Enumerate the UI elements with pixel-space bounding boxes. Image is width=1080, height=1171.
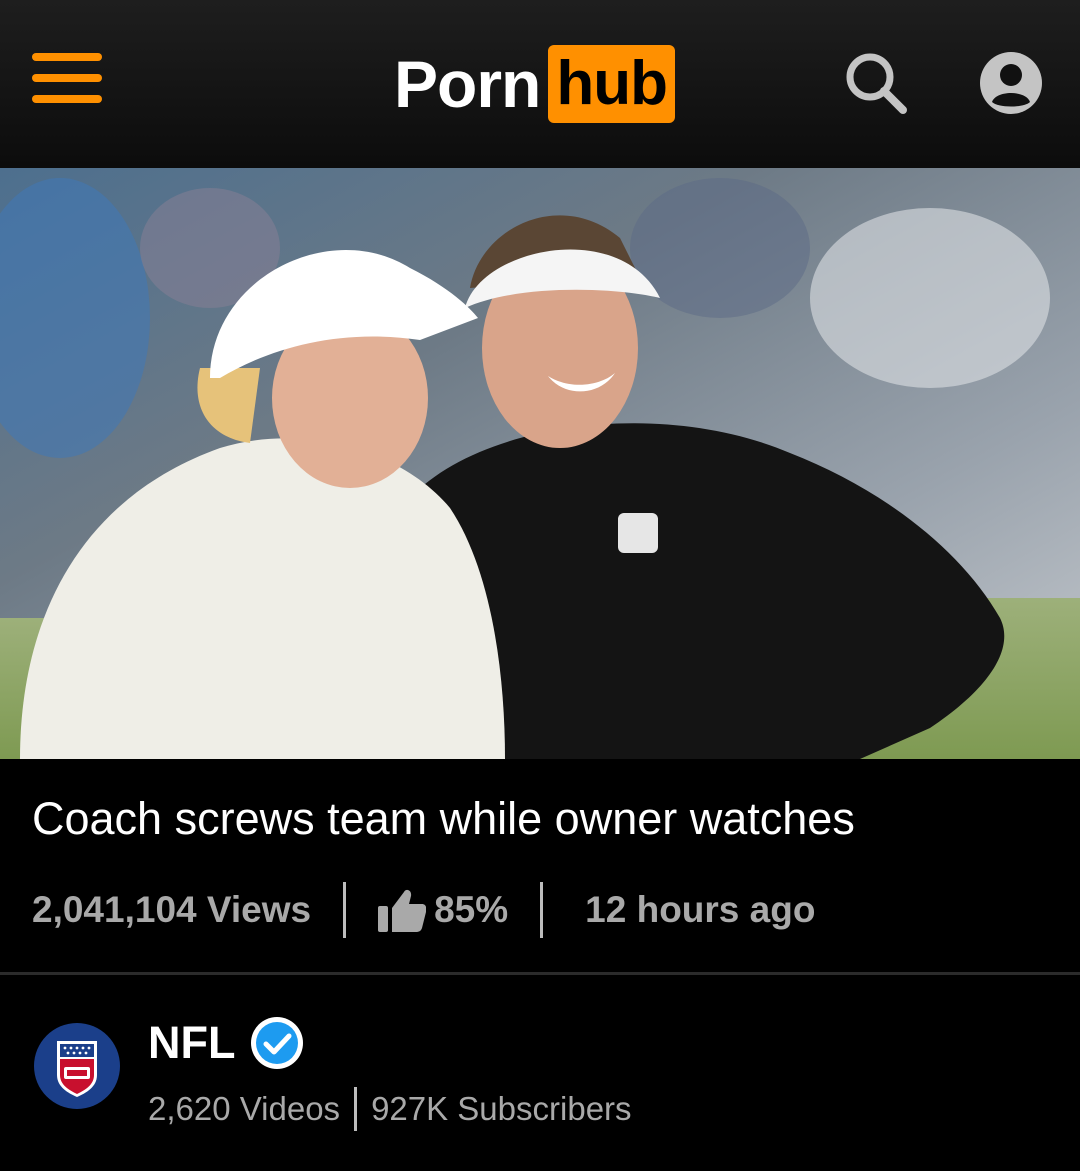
channel-video-count: 2,620 Videos [148, 1090, 341, 1127]
thumbnail-photo [0, 168, 1080, 759]
video-stats: 2,041,104 Views 85% 12 hours ago [32, 880, 815, 940]
section-divider [0, 972, 1080, 975]
rating-percent: 85% [434, 889, 509, 930]
stats-divider [540, 882, 544, 938]
top-app-bar: Porn hub [0, 0, 1080, 168]
view-count: 2,041,104 Views [32, 889, 312, 930]
channel-name: NFL [148, 1017, 236, 1068]
account-icon[interactable] [980, 52, 1042, 114]
rating: 85% [378, 888, 508, 932]
verified-check-icon [251, 1017, 304, 1069]
upload-time: 12 hours ago [585, 889, 816, 930]
stats-divider [343, 882, 347, 938]
logo-text-primary: Porn [394, 47, 541, 121]
channel-meta: 2,620 Videos 927K Subscribers [148, 1086, 632, 1132]
logo-text-badge: hub [548, 45, 675, 123]
site-logo[interactable]: Porn hub [394, 44, 675, 124]
thumbs-up-icon [378, 889, 427, 932]
channel-subscriber-count: 927K Subscribers [371, 1090, 632, 1127]
video-thumbnail[interactable] [0, 168, 1080, 759]
search-icon[interactable] [843, 50, 909, 116]
channel-avatar[interactable] [34, 1023, 120, 1109]
hamburger-menu-icon[interactable] [32, 53, 102, 103]
channel-name-row[interactable]: NFL [148, 1012, 305, 1074]
video-title[interactable]: Coach screws team while owner watches [32, 790, 1042, 848]
channel-meta-divider [354, 1087, 358, 1131]
